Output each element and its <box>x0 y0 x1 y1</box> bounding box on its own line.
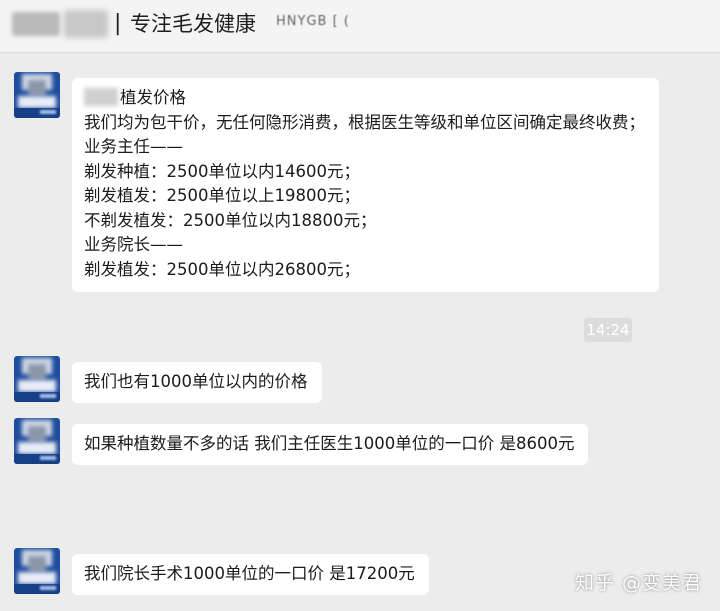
message-line: 剃发植发：2500单位以上19800元； <box>84 186 360 205</box>
message-bubble[interactable]: 我们院长手术1000单位的一口价 是17200元 <box>72 554 429 595</box>
blurred-contact-name-2 <box>64 10 108 38</box>
avatar[interactable] <box>14 548 60 594</box>
message-line: 业务院长—— <box>84 235 183 254</box>
watermark: 知乎 @变美君 <box>574 572 702 594</box>
message-text: 我们也有1000单位以内的价格 <box>84 372 308 391</box>
chat-header: | 专注毛发健康 HNYGB [ ( <box>0 0 720 53</box>
message-line: 业务主任—— <box>84 137 183 156</box>
blurred-contact-name <box>12 12 60 36</box>
chat-title[interactable]: 专注毛发健康 <box>130 9 256 39</box>
chat-title-suffix: HNYGB [ ( <box>276 14 350 29</box>
message-bubble[interactable]: 我们也有1000单位以内的价格 <box>72 362 322 403</box>
avatar[interactable] <box>14 418 60 464</box>
message-line: 剃发植发：2500单位以内26800元； <box>84 259 360 279</box>
avatar[interactable] <box>14 72 60 118</box>
message-text: 我们院长手术1000单位的一口价 是17200元 <box>84 564 415 583</box>
chat-window: | 专注毛发健康 HNYGB [ ( 植发价格 我们均为包干价，无任何隐形消费，… <box>0 0 720 611</box>
message-line: 不剃发植发：2500单位以内18800元； <box>84 210 377 230</box>
blurred-word <box>84 88 118 106</box>
avatar[interactable] <box>14 356 60 402</box>
message-bubble[interactable]: 植发价格 我们均为包干价，无任何隐形消费，根据医生等级和单位区间确定最终收费； … <box>72 78 659 292</box>
message-line: 我们均为包干价，无任何隐形消费，根据医生等级和单位区间确定最终收费； <box>84 112 645 132</box>
timestamp: 14:24 <box>584 318 632 342</box>
message-bubble[interactable]: 如果种植数量不多的话 我们主任医生1000单位的一口价 是8600元 <box>72 424 589 465</box>
message-text: 如果种植数量不多的话 我们主任医生1000单位的一口价 是8600元 <box>84 434 575 453</box>
header-separator: | <box>114 11 122 36</box>
message-line: 剃发种植：2500单位以内14600元； <box>84 161 360 181</box>
message-line: 植发价格 <box>84 86 645 111</box>
